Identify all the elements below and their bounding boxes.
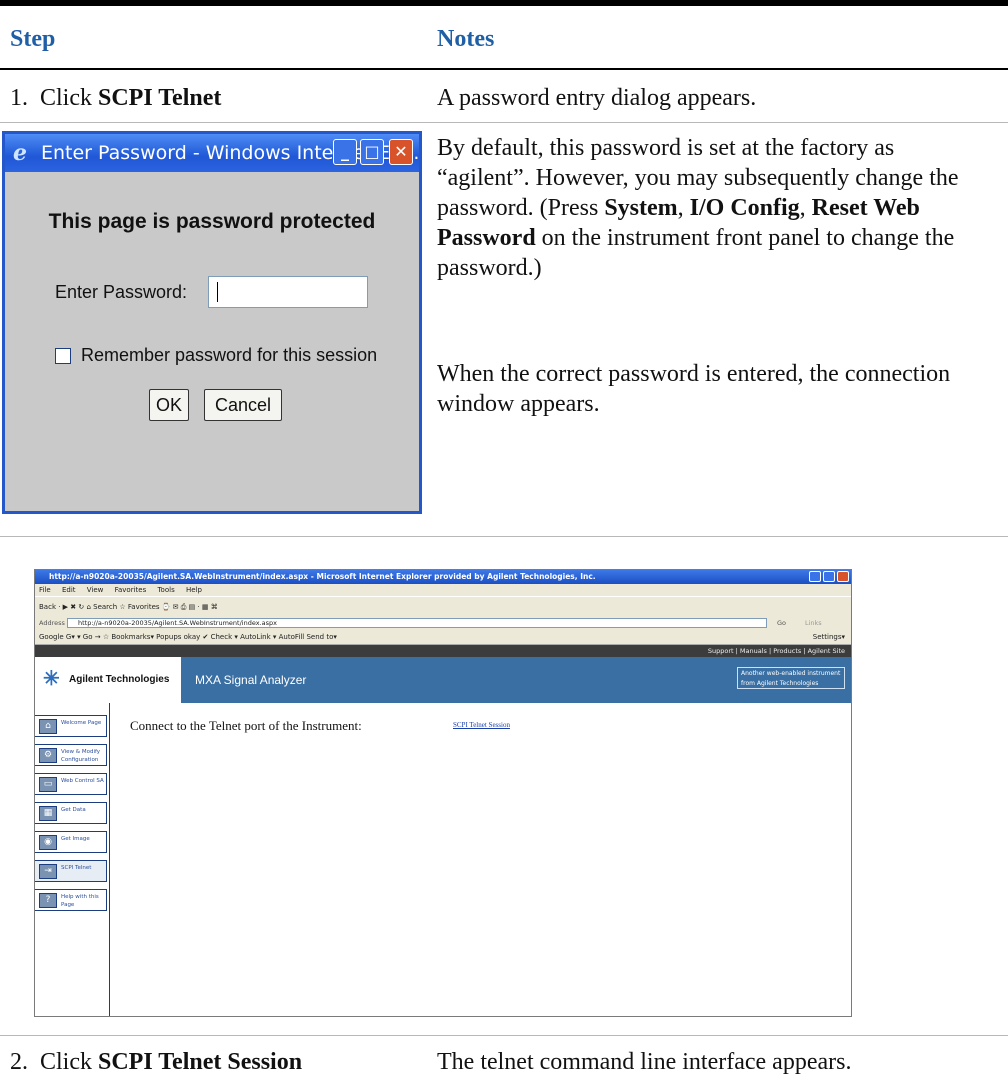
maximize-icon[interactable] <box>823 571 835 582</box>
menu-file[interactable]: File <box>39 586 51 594</box>
menu-view[interactable]: View <box>87 586 104 594</box>
minimize-icon[interactable] <box>809 571 821 582</box>
nav-get-data[interactable]: ▦ Get Data <box>35 802 107 824</box>
data-icon: ▦ <box>39 806 57 821</box>
ie-logo-icon: e <box>13 140 27 166</box>
settings-button[interactable]: Settings▾ <box>813 630 845 644</box>
key-io-config: I/O Config <box>689 195 800 221</box>
step-number: 1. <box>10 85 28 111</box>
google-toolbar: Google G▾ ▾ Go → ☆ Bookmarks▾ Popups oka… <box>35 630 851 645</box>
logo-text: Agilent Technologies <box>69 674 170 685</box>
cancel-button[interactable]: Cancel <box>204 389 282 421</box>
nav-web-control-sa[interactable]: ▭ Web Control SA <box>35 773 107 795</box>
browser-title-bar: http://a-n9020a-20035/Agilent.SA.WebInst… <box>35 570 851 584</box>
header-rule <box>0 68 1008 70</box>
close-icon[interactable] <box>837 571 849 582</box>
maximize-icon[interactable]: □ <box>360 139 384 165</box>
nav-scpi-telnet[interactable]: ⇥ SCPI Telnet <box>35 860 107 882</box>
row-divider <box>0 1035 1008 1036</box>
nav-label: Get Data <box>61 807 86 813</box>
site-links[interactable]: Support | Manuals | Products | Agilent S… <box>35 645 851 657</box>
step-column-header: Step <box>10 26 56 52</box>
remember-checkbox[interactable] <box>55 348 71 364</box>
ok-button[interactable]: OK <box>149 389 189 421</box>
note-text: , <box>677 195 690 221</box>
password-input[interactable] <box>208 276 368 308</box>
nav-view-modify-configuration[interactable]: ⚙ View & Modify Configuration <box>35 744 107 766</box>
menu-edit[interactable]: Edit <box>62 586 76 594</box>
agilent-logo: ✳ Agilent Technologies <box>35 657 181 703</box>
step-action-prefix: Click <box>40 85 98 111</box>
agilent-spark-icon: ✳ <box>43 668 60 690</box>
row-divider <box>0 122 1008 123</box>
home-icon: ⌂ <box>39 719 57 734</box>
scpi-telnet-session-link[interactable]: SCPI Telnet Session <box>453 721 510 729</box>
step-2: 2. Click SCPI Telnet Session <box>10 1047 302 1077</box>
step-action-prefix: Click <box>40 1049 98 1075</box>
toolbar-buttons[interactable]: Back · ▶ ✖ ↻ ⌂ Search ☆ Favorites ⌚ ✉ ⎙ … <box>39 603 218 611</box>
nav-welcome-page[interactable]: ⌂ Welcome Page <box>35 715 107 737</box>
notes-column-header: Notes <box>437 26 495 52</box>
nav-get-image[interactable]: ◉ Get Image <box>35 831 107 853</box>
step-2-note: The telnet command line interface appear… <box>437 1049 852 1075</box>
menu-tools[interactable]: Tools <box>157 586 174 594</box>
remember-label: Remember password for this session <box>81 345 378 365</box>
nav-label: View & Modify Configuration <box>61 749 101 763</box>
row-divider <box>0 536 1008 537</box>
nav-label: Web Control SA <box>61 778 104 784</box>
minimize-icon[interactable]: _ <box>333 139 357 165</box>
another-instrument-link[interactable]: Another web-enabled instrument from Agil… <box>737 667 845 689</box>
step-action-target: SCPI Telnet Session <box>98 1049 303 1075</box>
address-input[interactable]: http://a-n9020a-20035/Agilent.SA.WebInst… <box>67 618 767 628</box>
nav-help[interactable]: ? Help with this Page <box>35 889 107 911</box>
note-text: , <box>799 195 812 221</box>
address-bar: Address http://a-n9020a-20035/Agilent.SA… <box>35 617 851 630</box>
page-content: ⌂ Welcome Page ⚙ View & Modify Configura… <box>35 703 851 1016</box>
top-rule <box>0 0 1008 6</box>
text-cursor <box>217 282 218 302</box>
nav-label: Get Image <box>61 836 90 842</box>
password-dialog: e Enter Password - Windows Internet Exp.… <box>2 131 422 514</box>
product-name: MXA Signal Analyzer <box>195 673 307 687</box>
google-toolbar-items[interactable]: Google G▾ ▾ Go → ☆ Bookmarks▾ Popups oka… <box>39 633 337 641</box>
key-system: System <box>604 195 678 221</box>
password-label: Enter Password: <box>55 282 188 302</box>
step-1: 1. Click SCPI Telnet <box>10 83 221 113</box>
browser-window: http://a-n9020a-20035/Agilent.SA.WebInst… <box>34 569 852 1017</box>
password-note-paragraph: By default, this password is set at the … <box>437 133 992 283</box>
configuration-icon: ⚙ <box>39 748 57 763</box>
dialog-heading: This page is password protected <box>48 210 376 233</box>
close-icon[interactable]: ✕ <box>389 139 413 165</box>
dialog-title-bar: e Enter Password - Windows Internet Exp.… <box>5 134 419 172</box>
sidebar: ⌂ Welcome Page ⚙ View & Modify Configura… <box>35 703 110 1016</box>
address-label: Address <box>39 619 65 627</box>
step-1-note: A password entry dialog appears. <box>437 85 757 111</box>
connection-note-paragraph: When the correct password is entered, th… <box>437 361 951 417</box>
nav-label: Help with this Page <box>61 894 99 908</box>
help-icon: ? <box>39 893 57 908</box>
telnet-icon: ⇥ <box>39 864 57 879</box>
nav-label: SCPI Telnet <box>61 865 92 871</box>
menu-favorites[interactable]: Favorites <box>115 586 147 594</box>
menu-bar: File Edit View Favorites Tools Help <box>35 584 851 596</box>
site-banner: ✳ Agilent Technologies MXA Signal Analyz… <box>35 657 851 703</box>
menu-help[interactable]: Help <box>186 586 202 594</box>
step-action-target: SCPI Telnet <box>98 85 222 111</box>
step-number: 2. <box>10 1049 28 1075</box>
nav-label: Welcome Page <box>61 720 102 726</box>
go-button[interactable]: Go <box>777 617 786 630</box>
instrument-icon: ▭ <box>39 777 57 792</box>
camera-icon: ◉ <box>39 835 57 850</box>
browser-title: http://a-n9020a-20035/Agilent.SA.WebInst… <box>49 572 596 581</box>
browser-toolbar: Back · ▶ ✖ ↻ ⌂ Search ☆ Favorites ⌚ ✉ ⎙ … <box>35 596 851 617</box>
connect-text: Connect to the Telnet port of the Instru… <box>130 718 362 733</box>
links-button[interactable]: Links <box>805 617 822 630</box>
